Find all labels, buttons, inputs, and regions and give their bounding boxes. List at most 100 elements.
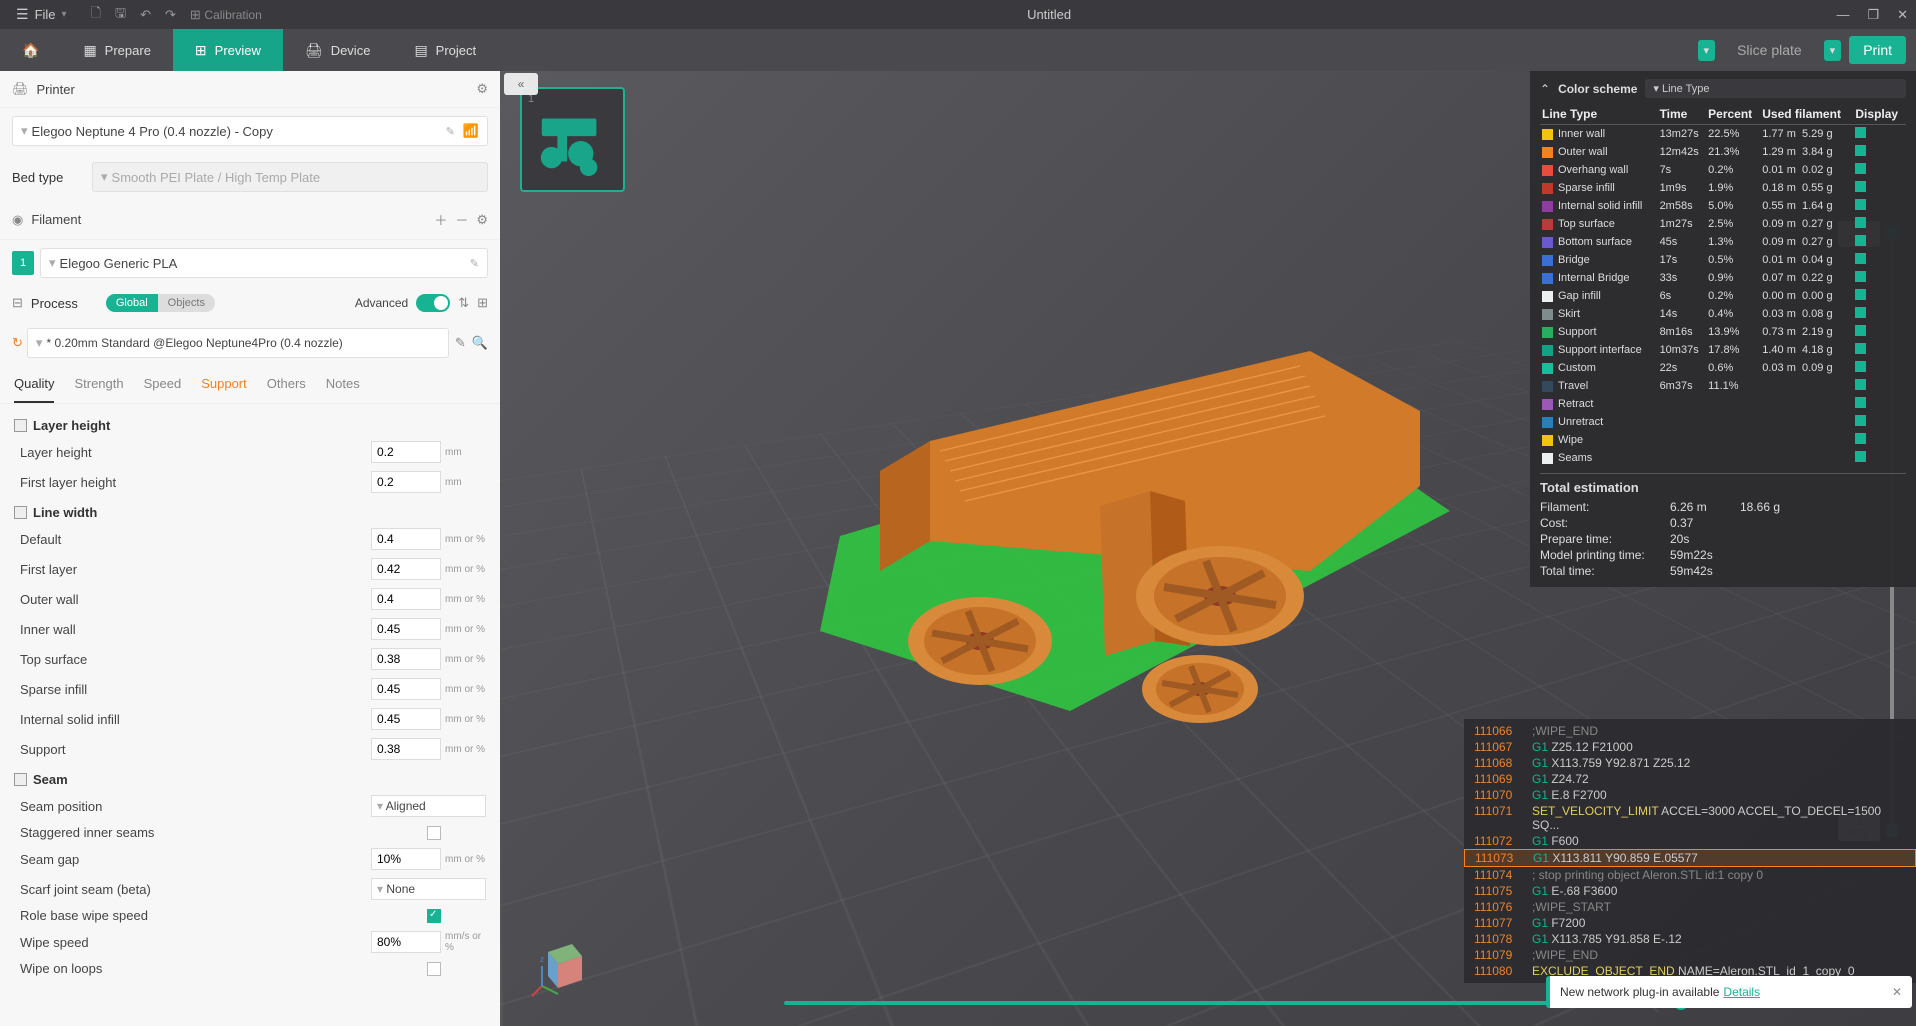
group-line_width[interactable]: Line width <box>14 497 486 524</box>
legend-toggle[interactable] <box>1855 451 1866 462</box>
setting-checkbox[interactable] <box>427 826 441 840</box>
legend-row[interactable]: Bottom surface45s1.3%0.09 m 0.27 g <box>1540 233 1906 251</box>
tab-quality[interactable]: Quality <box>14 366 54 403</box>
notification-details-link[interactable]: Details <box>1723 985 1760 999</box>
gcode-line[interactable]: 111073G1 X113.811 Y90.859 E.05577 <box>1464 849 1916 867</box>
setting-input[interactable] <box>371 708 441 730</box>
setting-dropdown[interactable]: ▾ Aligned <box>371 795 486 817</box>
maximize-icon[interactable]: ❐ <box>1867 7 1879 23</box>
setting-input[interactable] <box>371 471 441 493</box>
legend-row[interactable]: Custom22s0.6%0.03 m 0.09 g <box>1540 359 1906 377</box>
tab-notes[interactable]: Notes <box>326 366 360 403</box>
legend-row[interactable]: Outer wall12m42s21.3%1.29 m 3.84 g <box>1540 143 1906 161</box>
tab-speed[interactable]: Speed <box>144 366 182 403</box>
legend-toggle[interactable] <box>1855 361 1866 372</box>
legend-toggle[interactable] <box>1855 181 1866 192</box>
collapse-legend-icon[interactable]: ⌃ <box>1540 82 1550 96</box>
setting-dropdown[interactable]: ▾ None <box>371 878 486 900</box>
slice-button[interactable]: Slice plate <box>1723 36 1816 64</box>
device-tab[interactable]: 🖨Device <box>283 29 393 71</box>
remove-filament-icon[interactable]: － <box>455 210 468 229</box>
setting-input[interactable] <box>371 678 441 700</box>
legend-row[interactable]: Top surface1m27s2.5%0.09 m 0.27 g <box>1540 215 1906 233</box>
project-tab[interactable]: ▤Project <box>392 29 498 71</box>
undo-icon[interactable]: ↶ <box>140 7 151 23</box>
objects-pill[interactable]: Objects <box>158 294 215 312</box>
collapse-panel-button[interactable]: « <box>504 73 538 95</box>
legend-row[interactable]: Seams <box>1540 449 1906 467</box>
setting-input[interactable] <box>371 618 441 640</box>
legend-row[interactable]: Unretract <box>1540 413 1906 431</box>
legend-toggle[interactable] <box>1855 235 1866 246</box>
legend-toggle[interactable] <box>1855 127 1866 138</box>
preview-viewport[interactable]: « 1 <box>500 71 1916 1026</box>
legend-row[interactable]: Inner wall13m27s22.5%1.77 m 5.29 g <box>1540 125 1906 144</box>
legend-toggle[interactable] <box>1855 217 1866 228</box>
gcode-line[interactable]: 111067G1 Z25.12 F21000 <box>1464 739 1916 755</box>
legend-toggle[interactable] <box>1855 379 1866 390</box>
tab-others[interactable]: Others <box>267 366 306 403</box>
legend-toggle[interactable] <box>1855 163 1866 174</box>
new-file-icon[interactable]: 🗋 <box>91 4 101 26</box>
gcode-line[interactable]: 111068G1 X113.759 Y92.871 Z25.12 <box>1464 755 1916 771</box>
legend-toggle[interactable] <box>1855 271 1866 282</box>
legend-toggle[interactable] <box>1855 199 1866 210</box>
setting-input[interactable] <box>371 558 441 580</box>
home-tab[interactable]: 🏠 <box>0 29 61 71</box>
gcode-line[interactable]: 111071SET_VELOCITY_LIMIT ACCEL=3000 ACCE… <box>1464 803 1916 833</box>
calibration-button[interactable]: ⊞ Calibration <box>190 7 262 23</box>
printer-preset-dropdown[interactable]: ▾Elegoo Neptune 4 Pro (0.4 nozzle) - Cop… <box>12 116 488 146</box>
process-preset-dropdown[interactable]: ▾* 0.20mm Standard @Elegoo Neptune4Pro (… <box>27 328 449 358</box>
legend-row[interactable]: Retract <box>1540 395 1906 413</box>
legend-toggle[interactable] <box>1855 253 1866 264</box>
slice-options-dropdown[interactable]: ▾ <box>1698 40 1716 61</box>
orientation-cube[interactable]: z <box>528 934 592 998</box>
prepare-tab[interactable]: ▦Prepare <box>61 29 172 71</box>
legend-toggle[interactable] <box>1855 397 1866 408</box>
save-icon[interactable]: 🖫 <box>115 4 126 26</box>
gcode-line[interactable]: 111072G1 F600 <box>1464 833 1916 849</box>
group-layer_height[interactable]: Layer height <box>14 410 486 437</box>
gcode-line[interactable]: 111066;WIPE_END <box>1464 723 1916 739</box>
setting-input[interactable] <box>371 738 441 760</box>
gcode-line[interactable]: 111076;WIPE_START <box>1464 899 1916 915</box>
gcode-line[interactable]: 111075G1 E-.68 F3600 <box>1464 883 1916 899</box>
tab-support[interactable]: Support <box>201 366 247 403</box>
setting-checkbox[interactable] <box>427 962 441 976</box>
legend-row[interactable]: Gap infill6s0.2%0.00 m 0.00 g <box>1540 287 1906 305</box>
gcode-line[interactable]: 111074; stop printing object Aleron.STL … <box>1464 867 1916 883</box>
legend-row[interactable]: Bridge17s0.5%0.01 m 0.04 g <box>1540 251 1906 269</box>
legend-row[interactable]: Support8m16s13.9%0.73 m 2.19 g <box>1540 323 1906 341</box>
legend-row[interactable]: Sparse infill1m9s1.9%0.18 m 0.55 g <box>1540 179 1906 197</box>
close-icon[interactable]: ✕ <box>1897 7 1908 23</box>
legend-toggle[interactable] <box>1855 433 1866 444</box>
notification-close-icon[interactable]: ✕ <box>1892 985 1902 999</box>
legend-row[interactable]: Skirt14s0.4%0.03 m 0.08 g <box>1540 305 1906 323</box>
legend-row[interactable]: Wipe <box>1540 431 1906 449</box>
setting-checkbox[interactable] <box>427 909 441 923</box>
setting-input[interactable] <box>371 588 441 610</box>
add-filament-icon[interactable]: ＋ <box>434 210 447 229</box>
filament-preset-dropdown[interactable]: ▾Elegoo Generic PLA✎ <box>40 248 488 278</box>
legend-toggle[interactable] <box>1855 343 1866 354</box>
setting-input[interactable] <box>371 528 441 550</box>
setting-input[interactable] <box>371 648 441 670</box>
advanced-toggle[interactable] <box>416 294 450 312</box>
gcode-line[interactable]: 111070G1 E.8 F2700 <box>1464 787 1916 803</box>
legend-row[interactable]: Internal Bridge33s0.9%0.07 m 0.22 g <box>1540 269 1906 287</box>
legend-toggle[interactable] <box>1855 325 1866 336</box>
process-menu-icon[interactable]: ⊞ <box>477 295 488 311</box>
legend-row[interactable]: Internal solid infill2m58s5.0%0.55 m 1.6… <box>1540 197 1906 215</box>
process-compare-icon[interactable]: ⇅ <box>458 295 469 311</box>
legend-toggle[interactable] <box>1855 289 1866 300</box>
global-pill[interactable]: Global <box>106 294 158 312</box>
print-button[interactable]: Print <box>1849 36 1906 64</box>
printer-settings-icon[interactable]: ⚙ <box>476 81 488 97</box>
gcode-line[interactable]: 111079;WIPE_END <box>1464 947 1916 963</box>
legend-toggle[interactable] <box>1855 415 1866 426</box>
group-seam[interactable]: Seam <box>14 764 486 791</box>
setting-input[interactable] <box>371 848 441 870</box>
tab-strength[interactable]: Strength <box>74 366 123 403</box>
redo-icon[interactable]: ↷ <box>165 7 176 23</box>
legend-row[interactable]: Support interface10m37s17.8%1.40 m 4.18 … <box>1540 341 1906 359</box>
